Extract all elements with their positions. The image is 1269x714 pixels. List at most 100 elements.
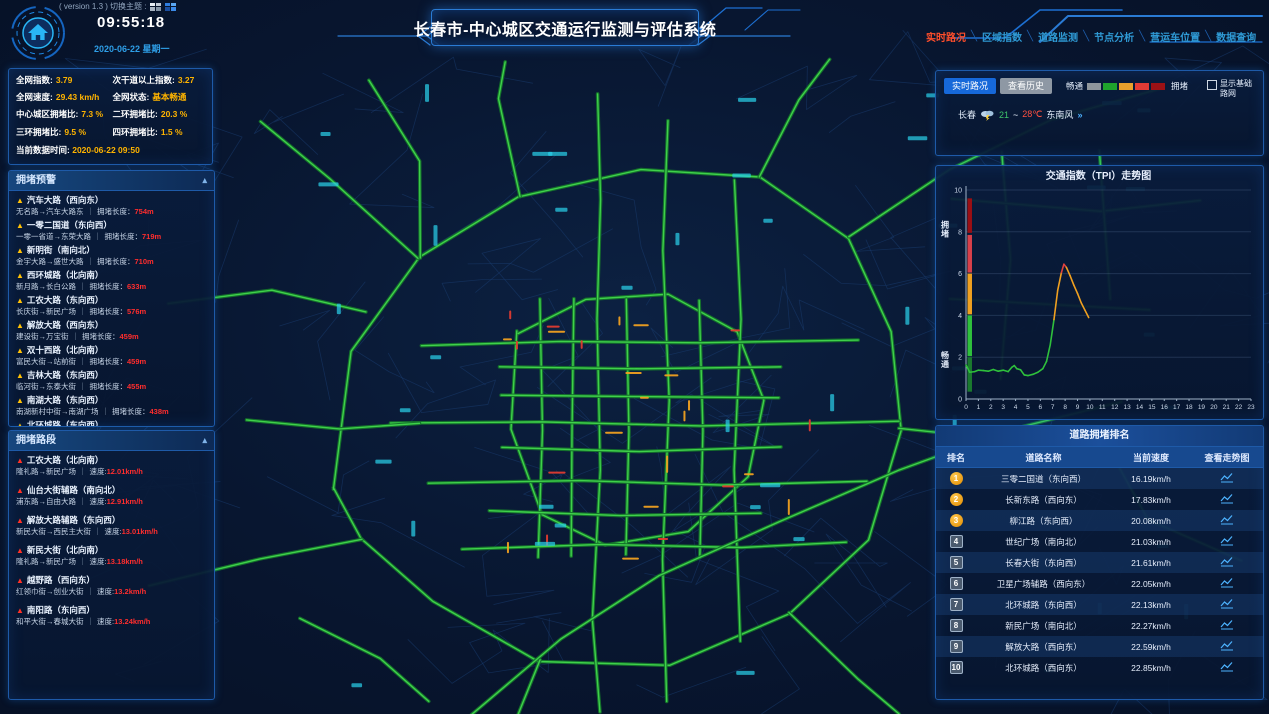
road-alert-item[interactable]: ▲工农大路（东向西）长庆街→新民广场｜拥堵长度：576m [16,295,207,317]
theme-blue-swatch[interactable] [165,3,176,11]
nav-item-5[interactable]: 数据查询 [1216,29,1256,44]
road-alert-item[interactable]: ▲仙台大街辅路（南向北）浦东路→自由大路｜速度:12.91km/h [16,485,207,507]
live-traffic-button[interactable]: 实时路况 [944,78,996,94]
nav-separator: ╲ [1027,31,1033,42]
road-alert-item[interactable]: ▲越野路（西向东）红领巾街→创业大街｜速度:13.2km/h [16,575,207,597]
stat-item: 次干道以上指数:3.27 [113,75,206,85]
road-alert-item[interactable]: ▲解放大路辅路（东向西）新民大街→西民主大街｜速度:13.01km/h [16,515,207,537]
ranking-row: 2长新东路（西向东）17.83km/h [936,489,1263,510]
road-alert-item[interactable]: ▲解放大路（西向东）建设街→万宝街｜拥堵长度：459m [16,320,207,342]
road-alert-item[interactable]: ▲新民大街（北向南）隆礼路→新民广场｜速度:13.18km/h [16,545,207,567]
ranking-row: 6卫星广场辅路（西向东）22.05km/h [936,573,1263,594]
ranking-row: 4世纪广场（南向北）21.03km/h [936,531,1263,552]
svg-text:16: 16 [1161,404,1169,411]
svg-text:15: 15 [1148,404,1156,411]
stat-item: 全网状态:基本畅通 [113,92,206,102]
warning-icon: ▲ [16,245,24,256]
page-title: 长春市-中心城区交通运行监测与评估系统 [431,9,699,46]
svg-text:0: 0 [958,397,962,404]
nav-item-1[interactable]: 区域指数 [982,29,1022,44]
nav-separator: ╲ [971,31,977,42]
road-alert-item[interactable]: ▲南湖大路（东向西）南湖新村中街→南湖广场｜拥堵长度：438m [16,395,207,417]
traffic-dashboard: ( version 1.3 ) 切换主题 : 09:55:18 2020-06-… [0,0,1269,714]
stat-item: 全网指数:3.79 [16,75,109,85]
rank-badge: 10 [950,661,963,674]
rank-badge: 1 [950,472,963,485]
trend-chart-icon[interactable] [1220,577,1234,588]
trend-chart-icon[interactable] [1220,661,1234,672]
base-roadnet-checkbox[interactable]: 显示基础路网 [1207,79,1257,99]
ranking-row: 5长春大街（东向西）21.61km/h [936,552,1263,573]
road-alert-item[interactable]: ▲工农大路（北向南）隆礼路→新民广场｜速度:12.01km/h [16,455,207,477]
temp-high: 28℃ [1022,109,1042,120]
svg-text:20: 20 [1210,404,1218,411]
road-alert-item[interactable]: ▲南阳路（东向西）和平大街→春城大街｜速度:13.24km/h [16,605,207,627]
trend-chart-icon[interactable] [1220,556,1234,567]
ranking-row: 1三零二国道（东向西）16.19km/h [936,468,1263,489]
main-nav: 实时路况╲区域指数╲道路监测╲节点分析╲营运车位置╲数据查询 [926,29,1256,44]
road-alert-item[interactable]: ▲汽车大路（西向东）无名路→汽车大路东｜拥堵长度：754m [16,195,207,217]
stat-item: 二环拥堵比:20.3 % [113,109,206,119]
ranking-title: 道路拥堵排名 [936,426,1263,447]
road-alert-item[interactable]: ▲吉林大路（东向西）临河街→东泰大街｜拥堵长度：455m [16,370,207,392]
warning-icon: ▲ [16,575,24,586]
network-stats-panel: 全网指数:3.79 次干道以上指数:3.27 全网速度:29.43 km/h 全网状态… [8,68,213,165]
ranking-row: 10北环城路（西向东）22.85km/h [936,657,1263,678]
home-button[interactable] [9,4,67,62]
panel-title: 拥堵预警 [16,171,56,190]
road-alert-item[interactable]: ▲双十西路（北向南）富民大街→站前街｜拥堵长度：459m [16,345,207,367]
nav-item-0[interactable]: 实时路况 [926,29,966,44]
clock-time: 09:55:18 [97,14,165,31]
nav-item-3[interactable]: 节点分析 [1094,29,1134,44]
rank-badge: 9 [950,640,963,653]
warning-icon: ▲ [16,270,24,281]
legend-color [1151,83,1165,90]
warning-icon: ▲ [16,545,24,556]
view-history-button[interactable]: 查看历史 [1000,78,1052,94]
traffic-legend: 畅通 拥堵 [1062,80,1192,92]
weather-more-arrow[interactable]: » [1077,110,1082,120]
stat-item: 全网速度:29.43 km/h [16,92,109,102]
warning-icon: ▲ [16,485,24,496]
warning-icon: ▲ [16,515,24,526]
legend-color [1135,83,1149,90]
nav-separator: ╲ [1083,31,1089,42]
trend-chart-icon[interactable] [1220,514,1234,525]
svg-text:12: 12 [1111,404,1119,411]
theme-switch-label: 切换主题 : [110,1,146,12]
warning-icon: ▲ [16,420,24,427]
trend-chart-icon[interactable] [1220,640,1234,651]
road-alert-item[interactable]: ▲一零二国道（东向西）一零一省道→东荣大路｜拥堵长度：719m [16,220,207,242]
trend-chart-icon[interactable] [1220,619,1234,630]
svg-text:10: 10 [1086,404,1094,411]
thunderstorm-icon [980,109,995,121]
collapse-arrow-icon[interactable]: ▴ [202,171,207,190]
road-alert-item[interactable]: ▲西环城路（北向南）新月路→长白公路｜拥堵长度：633m [16,270,207,292]
svg-text:11: 11 [1099,404,1106,411]
tpi-trend-chart: 交通指数（TPI）走势图0246810012345678910111213141… [936,166,1261,417]
trend-chart-icon[interactable] [1220,598,1234,609]
svg-text:18: 18 [1185,404,1193,411]
wind-direction: 东南风 [1046,108,1073,121]
theme-light-swatch[interactable] [150,3,161,11]
ranking-row: 3柳江路（东向西）20.08km/h [936,510,1263,531]
svg-text:4: 4 [1014,404,1018,411]
road-alert-item[interactable]: ▲北环城路（东向西）北人民大街→北凯旋路｜拥堵长度：436m [16,420,207,427]
nav-item-4[interactable]: 营运车位置 [1150,29,1200,44]
svg-text:6: 6 [958,271,962,278]
rank-badge: 6 [950,577,963,590]
nav-item-2[interactable]: 道路监测 [1038,29,1078,44]
rank-badge: 2 [950,493,963,506]
trend-chart-icon[interactable] [1220,493,1234,504]
trend-chart-icon[interactable] [1220,535,1234,546]
collapse-arrow-icon[interactable]: ▴ [202,431,207,450]
svg-text:22: 22 [1235,404,1243,411]
svg-text:2: 2 [989,404,993,411]
svg-text:21: 21 [1223,404,1231,411]
svg-text:7: 7 [1051,404,1055,411]
version-label: ( version 1.3 ) [59,2,108,11]
trend-chart-icon[interactable] [1220,472,1234,483]
road-alert-item[interactable]: ▲新明街（南向北）金宇大路→盛世大路｜拥堵长度：710m [16,245,207,267]
svg-text:23: 23 [1247,404,1255,411]
ranking-row: 7北环城路（东向西）22.13km/h [936,594,1263,615]
